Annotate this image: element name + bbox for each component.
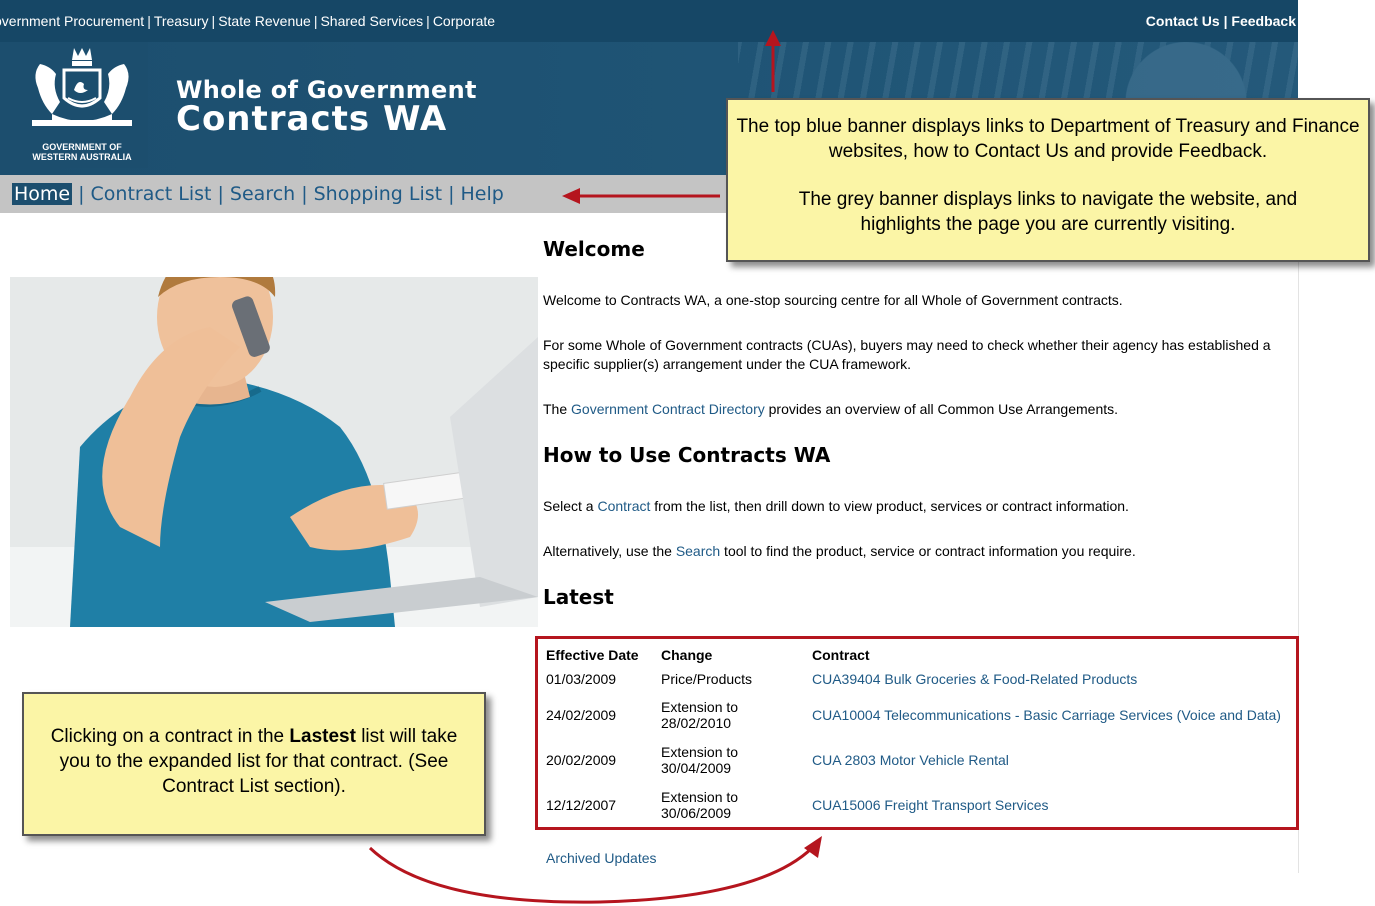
header-contract: Contract — [812, 647, 870, 663]
cell-change: Price/Products — [661, 671, 753, 687]
government-crest-logo[interactable]: GOVERNMENT OF WESTERN AUSTRALIA — [16, 42, 148, 168]
callout-top-text2: The grey banner displays links to naviga… — [798, 189, 1298, 235]
nav-home[interactable]: Home — [12, 183, 73, 205]
nav-contract-list[interactable]: Contract List — [91, 183, 212, 205]
contract-link-cua39404[interactable]: CUA39404 Bulk Groceries & Food-Related P… — [812, 671, 1137, 687]
nav-help[interactable]: Help — [461, 183, 504, 205]
site-title-line2: Contracts WA — [176, 99, 448, 139]
link-treasury[interactable]: Treasury — [154, 13, 209, 29]
select-contract-paragraph: Select a Contract from the list, then dr… — [543, 498, 1129, 514]
cell-date: 01/03/2009 — [546, 671, 617, 687]
table-row: 24/02/2009 Extension to 28/02/2010 CUA100… — [546, 692, 1292, 737]
link-corporate[interactable]: Corporate — [433, 13, 495, 29]
contact-us-link[interactable]: Contact Us — [1146, 13, 1220, 29]
cell-date: 20/02/2009 — [546, 751, 617, 768]
link-shared-services[interactable]: Shared Services — [320, 13, 423, 29]
contract-link[interactable]: Contract — [597, 498, 650, 514]
header-change: Change — [661, 647, 713, 663]
contract-link-cua2803[interactable]: CUA 2803 Motor Vehicle Rental — [812, 752, 1009, 768]
contract-link-cua15006[interactable]: CUA15006 Freight Transport Services — [812, 797, 1049, 813]
link-state-revenue[interactable]: State Revenue — [218, 13, 311, 29]
table-row: 01/03/2009 Price/Products CUA39404 Bulk … — [546, 666, 1292, 692]
nav-search[interactable]: Search — [230, 183, 295, 205]
callout-bottom-text: Clicking on a contract in the Lastest li… — [50, 726, 458, 797]
link-government-procurement[interactable]: overnment Procurement — [0, 13, 144, 29]
department-links: overnment Procurement | Treasury | State Rev… — [0, 13, 495, 29]
welcome-paragraph: Welcome to Contracts WA, a one-stop sour… — [543, 292, 1123, 308]
government-contract-directory-link[interactable]: Government Contract Directory — [571, 401, 765, 417]
cell-change: Extension to 30/06/2009 — [661, 788, 739, 821]
cell-contract: CUA15006 Freight Transport Services — [812, 782, 1292, 827]
welcome-heading: Welcome — [543, 237, 645, 261]
cell-change: Extension to 30/04/2009 — [661, 743, 739, 776]
cell-date: 24/02/2009 — [546, 706, 617, 723]
coat-of-arms-icon — [32, 48, 132, 126]
contact-feedback-links: Contact Us | Feedback — [1145, 13, 1296, 29]
curved-arrow-to-table — [368, 836, 822, 904]
cell-contract: CUA10004 Telecommunications - Basic Carr… — [812, 692, 1292, 737]
search-link[interactable]: Search — [676, 543, 720, 559]
nav-shopping-list[interactable]: Shopping List — [314, 183, 442, 205]
cell-contract: CUA39404 Bulk Groceries & Food-Related P… — [812, 666, 1292, 692]
feedback-link[interactable]: Feedback — [1231, 13, 1296, 29]
latest-explanation-callout: Clicking on a contract in the Lastest li… — [22, 692, 486, 836]
table-row: 12/12/2007 Extension to 30/06/2009 CUA150… — [546, 782, 1292, 827]
cell-date: 12/12/2007 — [546, 796, 617, 813]
cua-paragraph: For some Whole of Government contracts (… — [543, 337, 1271, 372]
man-on-phone-image — [10, 277, 538, 627]
cell-change: Extension to 28/02/2010 — [661, 698, 739, 731]
search-paragraph: Alternatively, use the Search tool to fi… — [543, 543, 1136, 559]
how-to-heading: How to Use Contracts WA — [543, 443, 831, 467]
latest-updates-table: Effective Date Change Contract 01/03/200… — [546, 644, 1292, 827]
archived-updates-link[interactable]: Archived Updates — [546, 850, 657, 866]
latest-heading: Latest — [543, 585, 614, 609]
contract-link-cua10004[interactable]: CUA10004 Telecommunications - Basic Carr… — [812, 707, 1281, 723]
header-effective-date: Effective Date — [546, 647, 639, 663]
hero-photo — [10, 277, 538, 627]
banner-explanation-callout: The top blue banner displays links to De… — [726, 98, 1370, 262]
org-line1: GOVERNMENT OF — [42, 142, 122, 152]
government-label: GOVERNMENT OF WESTERN AUSTRALIA — [16, 142, 148, 162]
directory-paragraph: The Government Contract Directory provid… — [543, 401, 1119, 417]
org-line2: WESTERN AUSTRALIA — [32, 152, 132, 162]
callout-top-text1: The top blue banner displays links to De… — [736, 116, 1360, 162]
table-row: 20/02/2009 Extension to 30/04/2009 CUA 28… — [546, 737, 1292, 782]
cell-contract: CUA 2803 Motor Vehicle Rental — [812, 737, 1292, 782]
